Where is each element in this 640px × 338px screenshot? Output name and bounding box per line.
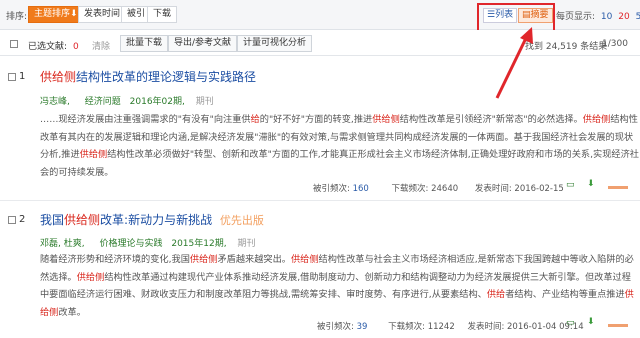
keyword-highlight: 供给侧 — [582, 114, 611, 125]
result-separator — [0, 200, 640, 201]
per-page-selector: 每页显示: 10 20 50 — [556, 9, 640, 22]
result-2-meta: 邓磊, 杜爽, 价格理论与实践 2015年12期, 期刊 — [40, 236, 255, 249]
sort-by-topic-button[interactable]: 主题排序⬇ — [28, 6, 84, 23]
abstract-text: 者结构、产业结构等重点推进 — [505, 289, 625, 300]
per-page-50[interactable]: 50 — [636, 12, 640, 22]
export-button[interactable]: 导出/参考文献 — [168, 35, 238, 52]
read-online-icon[interactable]: ▭ — [566, 318, 575, 328]
visualize-button[interactable]: 计量可视化分析 — [237, 35, 313, 52]
result-2-downloads: 11242 — [427, 322, 455, 332]
result-2-stats: 被引频次: 39 下载频次: 11242 发表时间: 2016-01-04 09… — [317, 322, 584, 332]
result-1-abstract: ……现经济发展由注重强调需求的"有没有"向注重供给的"好不好"方面的转变,推进供… — [40, 111, 640, 181]
keyword-highlight: 供给侧 — [79, 149, 108, 160]
result-2-abstract: 随着经济形势和经济环境的变化,我国供给侧矛盾越来越突出。供给侧结构性改革与社会主… — [40, 251, 640, 321]
sort-by-date-button[interactable]: 发表时间 — [78, 6, 127, 23]
keyword-highlight: 供给侧 — [290, 254, 319, 265]
result-2-type: 期刊 — [237, 239, 256, 249]
selected-label: 已选文献: 0 — [28, 42, 79, 52]
read-online-icon[interactable]: ▭ — [566, 180, 575, 190]
result-1-cited[interactable]: 160 — [353, 184, 369, 194]
result-2-index: 2 — [19, 214, 26, 225]
result-2-heat-bar — [608, 324, 628, 327]
abstract-text: 结构性改革必须做好"转型、创新和改革"方面的工作,才能真正形成社会主义市场经济体… — [40, 149, 639, 178]
result-1-date[interactable]: 2016年02期, — [130, 97, 185, 107]
result-1-downloads: 24640 — [431, 184, 459, 194]
page-indicator: 1/300 — [602, 39, 628, 49]
select-all-checkbox[interactable] — [10, 40, 18, 48]
sort-arrow-icon: ⬇ — [70, 9, 78, 19]
result-1-checkbox[interactable] — [8, 73, 16, 81]
sort-label: 排序: — [6, 12, 28, 22]
abstract-text: 的"好不好"方面的转变,推进 — [259, 114, 373, 125]
batch-download-button[interactable]: 批量下载 — [120, 35, 169, 52]
clear-link[interactable]: 清除 — [92, 39, 110, 52]
keyword-highlight: 供给侧 — [372, 114, 400, 125]
download-icon[interactable]: ⬇ — [587, 317, 595, 327]
per-page-10[interactable]: 10 — [601, 12, 612, 22]
result-1-stats: 被引频次: 160 下载频次: 24640 发表时间: 2016-02-15 — [313, 184, 564, 194]
result-2-author[interactable]: 邓磊, 杜爽, — [40, 239, 85, 249]
download-icon[interactable]: ⬇ — [587, 179, 595, 189]
selected-count: 0 — [73, 42, 79, 52]
keyword-highlight: 供给侧 — [76, 271, 105, 283]
keyword-highlight: 给 — [250, 114, 260, 125]
result-1-author[interactable]: 冯志峰, — [40, 97, 70, 107]
result-2-date[interactable]: 2015年12期, — [171, 239, 226, 249]
result-1-type: 期刊 — [195, 97, 214, 107]
result-2-journal[interactable]: 价格理论与实践 — [99, 239, 162, 249]
keyword-highlight: 供给侧 — [189, 254, 218, 265]
priority-publish-tag: 优先出版 — [219, 214, 264, 227]
abstract-text: ……现经济发展由注重强调需求的"有没有"向注重供 — [40, 114, 251, 125]
result-2-checkbox[interactable] — [8, 216, 16, 224]
result-1-meta: 冯志峰, 经济问题 2016年02期, 期刊 — [40, 94, 214, 107]
result-1-journal[interactable]: 经济问题 — [85, 97, 121, 107]
result-2-cited[interactable]: 39 — [357, 322, 368, 332]
result-1-index: 1 — [19, 71, 26, 82]
per-page-20[interactable]: 20 — [618, 12, 629, 22]
result-1-pubdate: 2016-02-15 — [514, 184, 564, 194]
keyword-highlight: 供给 — [486, 289, 506, 300]
abstract-text: 改革。 — [58, 306, 86, 318]
result-1-heat-bar — [608, 186, 628, 189]
result-1-title[interactable]: 供给侧结构性改革的理论逻辑与实践路径 — [40, 68, 256, 85]
result-count: 找到 24,519 条结果 — [525, 42, 608, 52]
sort-by-download-button[interactable]: 下载 — [147, 6, 178, 23]
result-2-title[interactable]: 我国供给侧改革:新动力与新挑战 优先出版 — [40, 211, 264, 228]
abstract-text: 矛盾越来越突出。 — [217, 254, 291, 265]
abstract-text: 随着经济形势和经济环境的变化,我国 — [40, 254, 190, 265]
abstract-text: 结构性改革是引领经济"新常态"的必然选择。 — [399, 114, 583, 125]
